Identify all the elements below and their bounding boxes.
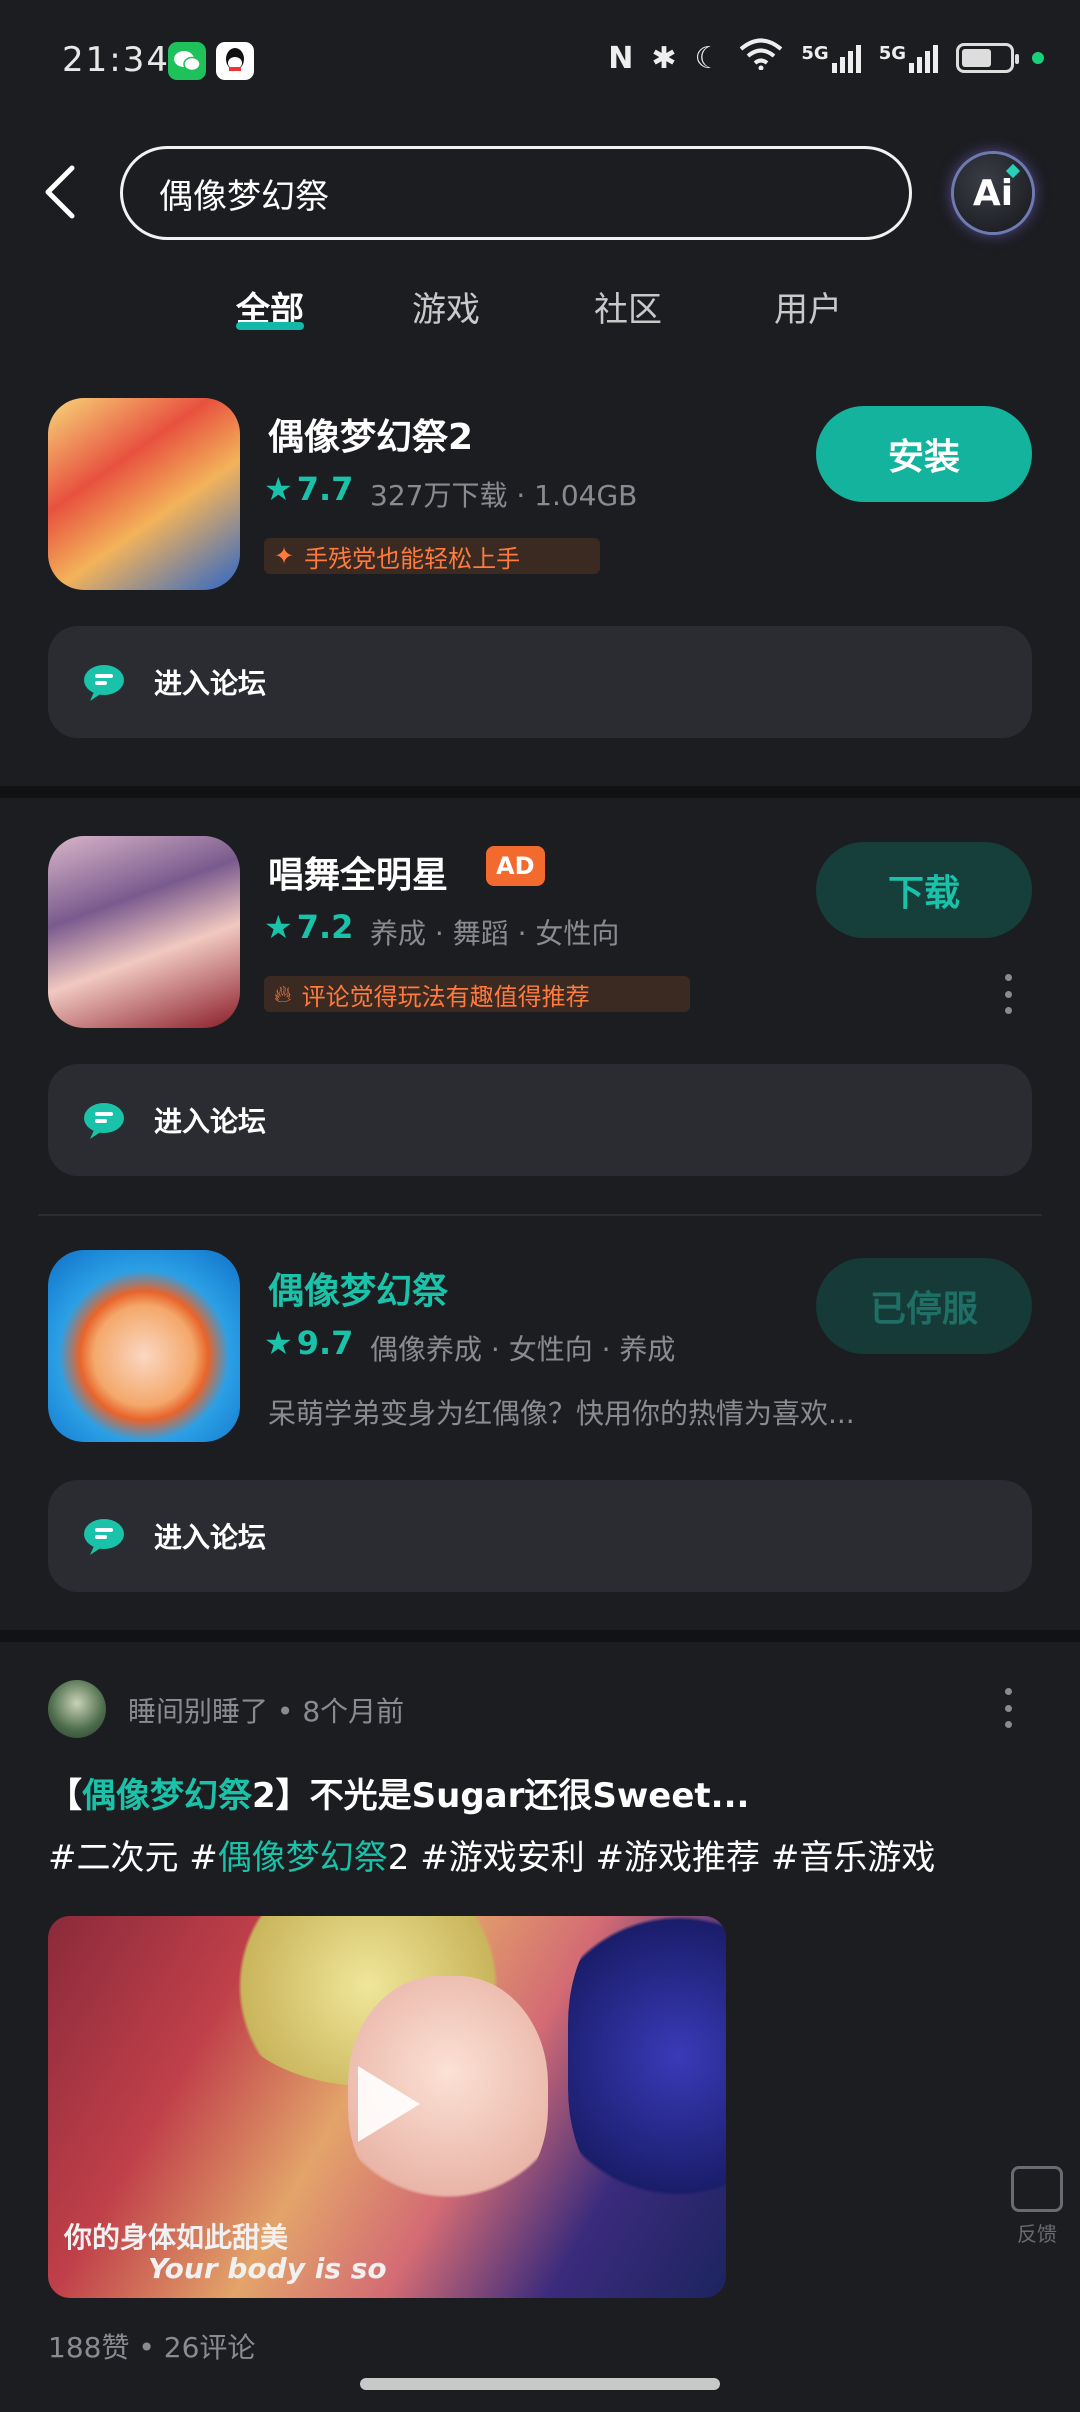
battery-icon [956,43,1019,73]
forum-icon [82,1516,128,1556]
network-type-label: 5G [801,43,829,64]
post-title[interactable]: 【偶像梦幻祭2】不光是Sugar还很Sweet... [48,1768,749,1817]
rating-value: 7.7 [296,470,354,508]
video-subtitle-cn: 你的身体如此甜美 [64,2221,289,2254]
video-thumbnail[interactable]: 你的身体如此甜美 Your body is so [48,1916,726,2298]
app-icon-ensemble-stars[interactable] [48,1250,240,1442]
app-rating: ★ 9.7 [264,1324,353,1362]
app-meta: 偶像养成 · 女性向 · 养成 [370,1333,676,1366]
author-name[interactable]: 睡间别睡了 [128,1695,268,1728]
more-options-icon[interactable] [1003,1688,1013,1728]
like-count[interactable]: 188赞 [48,2331,129,2364]
app-tag-text: 手残党也能轻松上手 [304,544,521,573]
status-icons: N ✱ ☾ 5G 5G [608,38,1044,78]
post-tags[interactable]: #二次元 #偶像梦幻祭2 #游戏安利 #游戏推荐 #音乐游戏 [48,1830,935,1879]
thumbnail-art [568,1916,726,2216]
title-highlight: 偶像梦幻祭 [82,1776,252,1816]
comment-count[interactable]: 26评论 [164,2331,256,2364]
ai-label: Ai [972,172,1014,214]
star-icon: ★ [264,470,293,508]
section-divider [0,1630,1080,1642]
app-meta: 养成 · 舞蹈 · 女性向 [370,917,620,950]
post-stats: 188赞 • 26评论 [48,2326,255,2366]
forum-icon [82,1100,128,1140]
qq-icon [216,42,254,80]
tags-highlight: 偶像梦幻祭 [217,1838,388,1878]
status-time: 21:34 [62,40,170,80]
app-rating: ★ 7.2 [264,908,353,946]
active-tab-indicator [236,322,304,330]
app-name[interactable]: 偶像梦幻祭 [268,1262,448,1314]
tab-community[interactable]: 社区 [594,282,662,331]
install-button[interactable]: 安装 [816,406,1032,502]
wechat-icon [168,42,206,80]
video-subtitle-en: Your body is so [148,2252,387,2285]
ad-badge: AD [486,846,545,886]
app-icon-dance-all-stars[interactable] [48,836,240,1028]
rating-value: 7.2 [296,908,354,946]
feedback-label: 反馈 [1017,2222,1057,2246]
download-button[interactable]: 下载 [816,842,1032,938]
tags-part-2: 2 #游戏安利 #游戏推荐 #音乐游戏 [387,1838,936,1878]
signal-5g-icon: 5G [801,43,861,73]
title-prefix: 【 [48,1776,82,1816]
meta-separator: • [276,1695,303,1728]
app-tag-text: 评论觉得玩法有趣值得推荐 [301,982,590,1011]
section-divider [0,786,1080,798]
chevron-left-icon [45,165,75,219]
stats-separator: • [138,2331,164,2364]
app-description: 呆萌学弟变身为红偶像？快用你的热情为喜欢... [268,1397,855,1430]
app-tag: 🔥︎ 评论觉得玩法有趣值得推荐 [264,976,690,1012]
star-icon: ★ [264,1324,293,1362]
more-options-icon[interactable] [1003,974,1013,1014]
back-button[interactable] [38,162,82,222]
row-divider [38,1214,1042,1216]
nfc-icon: N [608,40,634,76]
network-type-label: 5G [878,43,906,64]
star-icon: ★ [264,908,293,946]
play-icon[interactable] [358,2066,420,2142]
app-meta: 327万下载 · 1.04GB [370,479,638,512]
tags-part-1: #二次元 # [48,1838,218,1878]
app-rating: ★ 7.7 [264,470,353,508]
feedback-icon [1011,2166,1063,2212]
forum-label: 进入论坛 [154,1521,267,1554]
app-name[interactable]: 唱舞全明星 [268,846,448,898]
app-name[interactable]: 偶像梦幻祭2 [268,408,473,460]
enter-forum-button[interactable]: 进入论坛 [48,1480,1032,1592]
author-avatar[interactable] [48,1680,106,1738]
tab-games[interactable]: 游戏 [412,282,480,331]
enter-forum-button[interactable]: 进入论坛 [48,1064,1032,1176]
wifi-icon [739,38,783,78]
sparkle-icon: ✦ [274,542,295,570]
forum-icon [82,662,128,702]
bluetooth-icon: ✱ [651,40,677,76]
ai-assistant-button[interactable]: Ai [954,154,1032,232]
title-rest: 2】不光是Sugar还很Sweet... [252,1776,750,1816]
forum-label: 进入论坛 [154,1105,267,1138]
forum-label: 进入论坛 [154,667,267,700]
signal-5g-icon: 5G [879,43,938,73]
service-stopped-button[interactable]: 已停服 [816,1258,1032,1354]
post-time: 8个月前 [302,1695,405,1728]
search-input-value: 偶像梦幻祭 [159,176,329,217]
privacy-indicator-dot [1032,52,1044,64]
rating-value: 9.7 [296,1324,354,1362]
feedback-button[interactable]: 反馈 [1010,2166,1064,2250]
post-meta: 睡间别睡了 • 8个月前 [128,1690,404,1730]
tab-users[interactable]: 用户 [774,282,842,331]
app-tag: ✦ 手残党也能轻松上手 [264,538,600,574]
search-input[interactable]: 偶像梦幻祭 [120,146,912,240]
fire-icon: 🔥︎ [274,980,292,1008]
app-icon-ensemble-stars-2[interactable] [48,398,240,590]
home-indicator[interactable] [360,2378,720,2390]
moon-icon: ☾ [694,40,722,76]
enter-forum-button[interactable]: 进入论坛 [48,626,1032,738]
